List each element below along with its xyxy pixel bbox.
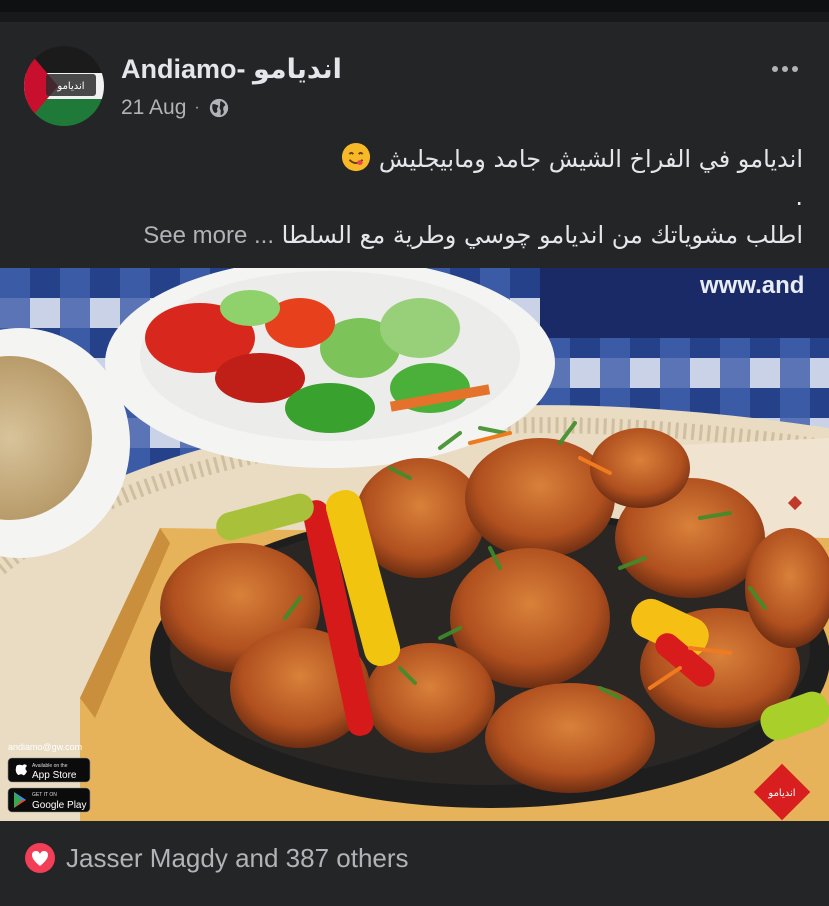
more-horizontal-icon <box>772 66 778 72</box>
post-text-line: اطلب مشوياتك من انديامو چوسي وطرية مع ال… <box>143 221 803 249</box>
svg-text:App Store: App Store <box>32 770 77 781</box>
top-edge-strip <box>0 0 829 12</box>
reactions-summary[interactable]: Jasser Magdy and 387 others <box>24 842 409 874</box>
store-site-text: andiamo@gw.com <box>8 742 82 752</box>
post-date-link[interactable]: 21 Aug <box>121 96 186 120</box>
google-play-badge: GET IT ON Google Play <box>7 787 91 813</box>
apple-icon <box>15 764 27 776</box>
see-more-link[interactable]: ... See more <box>143 222 274 249</box>
page-name-link[interactable]: Andiamo- اندیامو <box>121 54 342 85</box>
svg-text:Available on the: Available on the <box>32 763 68 769</box>
app-store-badge: Available on the App Store <box>7 757 91 783</box>
smiling-face-icon <box>342 142 371 172</box>
svg-text:اندیامو: اندیامو <box>767 788 795 799</box>
post-text-line: انديامو في الفراخ الشيش جامد ومابيجليش <box>24 140 803 178</box>
avatar-brand-text: اندیامو <box>56 81 84 92</box>
post-meta: 21 Aug · <box>121 96 230 120</box>
love-reaction-icon <box>25 843 55 873</box>
post-options-button[interactable] <box>765 54 805 84</box>
svg-text:Google Play: Google Play <box>32 800 86 811</box>
post-header: اندیامو Andiamo- اندیامو 21 Aug · <box>24 46 805 126</box>
post-card: اندیامو Andiamo- اندیامو 21 Aug · انديام… <box>0 22 829 906</box>
photo-watermark-url: www.and <box>699 272 804 299</box>
svg-text:GET IT ON: GET IT ON <box>32 792 57 798</box>
post-text: انديامو في الفراخ الشيش جامد ومابيجليش .… <box>24 140 803 255</box>
reactions-text[interactable]: Jasser Magdy and 387 others <box>66 843 409 874</box>
globe-icon[interactable] <box>208 97 230 119</box>
post-photo[interactable]: www.and andiamo@gw.com Available on the … <box>0 268 829 821</box>
meta-separator: · <box>194 99 200 116</box>
page-avatar[interactable]: اندیامو <box>24 46 104 126</box>
post-text-line: . <box>795 183 803 211</box>
